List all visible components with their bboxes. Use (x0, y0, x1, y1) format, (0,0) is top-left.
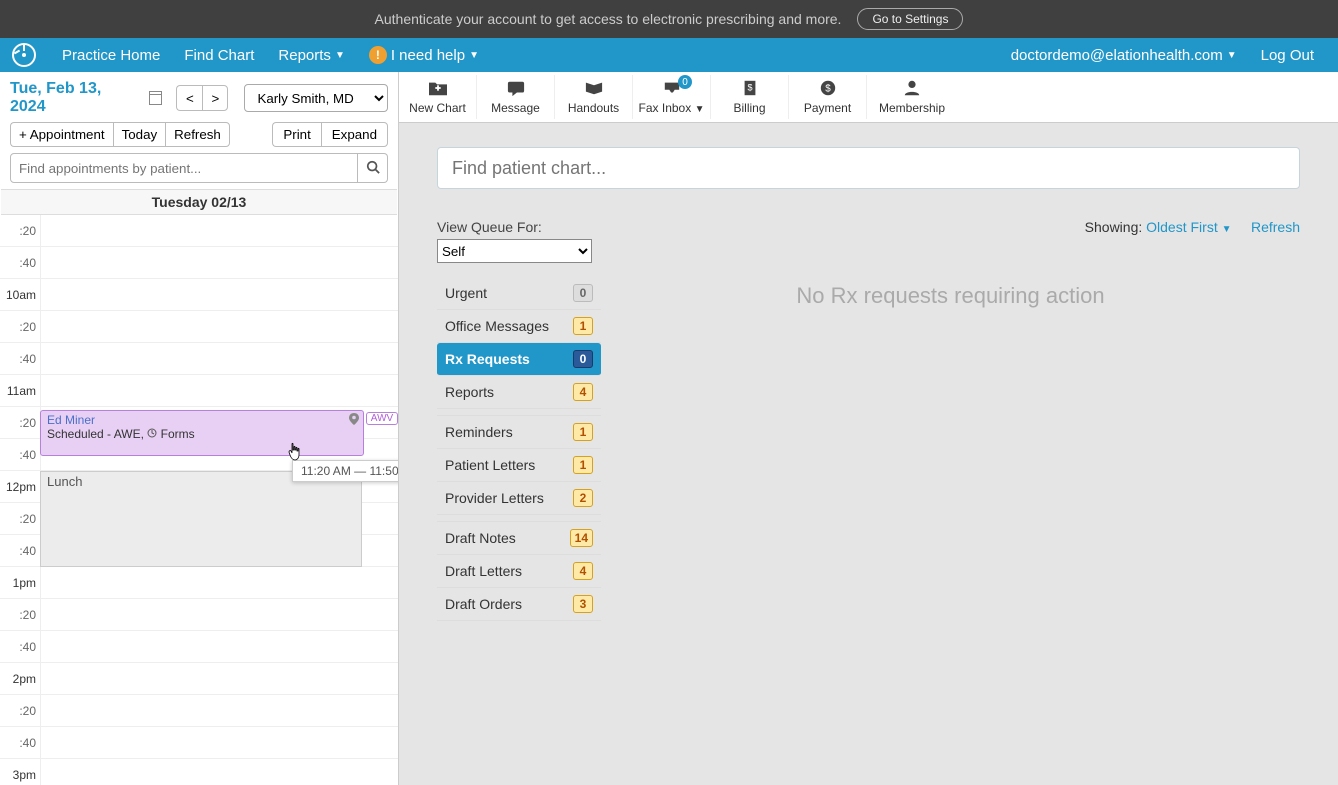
action-iconbar: New Chart Message Handouts 0 Fax Inbox ▼… (399, 72, 1338, 123)
print-button[interactable]: Print (272, 122, 320, 147)
provider-select[interactable]: Karly Smith, MD (244, 84, 388, 112)
appt-search-button[interactable] (358, 153, 388, 183)
warning-icon: ! (369, 46, 387, 64)
membership-button[interactable]: Membership (867, 75, 957, 119)
payment-button[interactable]: $ Payment (789, 75, 867, 119)
queue-item-reports[interactable]: Reports4 (437, 376, 601, 409)
search-icon (366, 160, 380, 174)
nav-help[interactable]: ! I need help ▼ (357, 46, 491, 64)
queue-for-label: View Queue For: (437, 219, 597, 235)
today-button[interactable]: Today (113, 122, 166, 147)
empty-queue-message: No Rx requests requiring action (601, 277, 1300, 621)
appt-status: Scheduled - AWE, Forms (47, 427, 357, 441)
handouts-button[interactable]: Handouts (555, 75, 633, 119)
current-date[interactable]: Tue, Feb 13, 2024 (10, 80, 137, 116)
app-logo-icon (12, 43, 36, 67)
showing-label: Showing: (1085, 219, 1143, 235)
refresh-button[interactable]: Refresh (165, 122, 230, 147)
queue-count: 0 (573, 284, 593, 302)
appt-patient-name: Ed Miner (47, 413, 357, 427)
queue-item-office-messages[interactable]: Office Messages1 (437, 310, 601, 343)
queue-count: 0 (573, 350, 593, 368)
prev-day-button[interactable]: < (176, 85, 202, 111)
queue-for-select[interactable]: Self (437, 239, 592, 263)
queue-item-reminders[interactable]: Reminders1 (437, 415, 601, 449)
queue-count: 2 (573, 489, 593, 507)
calendar-panel: Tue, Feb 13, 2024 < > Karly Smith, MD + … (0, 72, 399, 785)
patient-chart-search-input[interactable] (437, 147, 1300, 189)
fax-badge: 0 (678, 75, 692, 89)
queue-count: 4 (573, 383, 593, 401)
nav-practice-home[interactable]: Practice Home (50, 47, 172, 64)
dollar-icon: $ (817, 79, 839, 97)
appt-type-tag: AWV (366, 412, 398, 425)
time-gutter: :20:40 10am:20:40 11am:20:40 12pm:20:40 … (0, 215, 40, 785)
svg-text:$: $ (747, 83, 752, 93)
auth-banner: Authenticate your account to get access … (0, 0, 1338, 38)
receipt-icon: $ (739, 79, 761, 97)
fax-inbox-button[interactable]: 0 Fax Inbox ▼ (633, 75, 711, 119)
sort-dropdown[interactable]: Oldest First ▼ (1146, 219, 1231, 235)
queue-count: 1 (573, 456, 593, 474)
queue-count: 4 (573, 562, 593, 580)
queue-item-draft-letters[interactable]: Draft Letters4 (437, 555, 601, 588)
appt-search-input[interactable] (10, 153, 358, 183)
location-pin-icon (349, 413, 359, 428)
person-icon (901, 79, 923, 97)
new-appointment-button[interactable]: + Appointment (10, 122, 113, 147)
queue-item-draft-orders[interactable]: Draft Orders3 (437, 588, 601, 621)
next-day-button[interactable]: > (202, 85, 228, 111)
queue-count: 14 (570, 529, 593, 547)
folder-plus-icon (427, 79, 449, 97)
clock-icon (147, 428, 157, 438)
lunch-block[interactable]: Lunch (40, 471, 362, 567)
queue-item-draft-notes[interactable]: Draft Notes14 (437, 521, 601, 555)
day-header: Tuesday 02/13 (1, 189, 397, 215)
calendar-icon[interactable] (149, 91, 163, 105)
nav-find-chart[interactable]: Find Chart (172, 47, 266, 64)
queue-refresh-link[interactable]: Refresh (1251, 219, 1300, 235)
queue-list: Urgent0Office Messages1Rx Requests0Repor… (437, 277, 601, 621)
top-nav: Practice Home Find Chart Reports ▼ ! I n… (0, 38, 1338, 72)
message-button[interactable]: Message (477, 75, 555, 119)
queue-item-patient-letters[interactable]: Patient Letters1 (437, 449, 601, 482)
nav-logout[interactable]: Log Out (1249, 47, 1326, 64)
book-icon (583, 79, 605, 97)
new-chart-button[interactable]: New Chart (399, 75, 477, 119)
queue-count: 3 (573, 595, 593, 613)
queue-count: 1 (573, 423, 593, 441)
queue-item-urgent[interactable]: Urgent0 (437, 277, 601, 310)
appt-tooltip: 11:20 AM — 11:50: Ed Miner (292, 460, 398, 482)
expand-button[interactable]: Expand (321, 122, 388, 147)
queue-item-provider-letters[interactable]: Provider Letters2 (437, 482, 601, 515)
queue-item-rx-requests[interactable]: Rx Requests0 (437, 343, 601, 376)
appointment-block[interactable]: Ed Miner Scheduled - AWE, Forms (40, 410, 364, 456)
banner-text: Authenticate your account to get access … (375, 11, 842, 27)
chat-icon (505, 79, 527, 97)
nav-reports[interactable]: Reports ▼ (266, 47, 356, 64)
queue-count: 1 (573, 317, 593, 335)
day-grid[interactable]: Ed Miner Scheduled - AWE, Forms AWV Lunc… (40, 215, 398, 785)
billing-button[interactable]: $ Billing (711, 75, 789, 119)
svg-text:$: $ (825, 84, 831, 95)
go-to-settings-button[interactable]: Go to Settings (857, 8, 963, 30)
nav-user-menu[interactable]: doctordemo@elationhealth.com ▼ (999, 47, 1249, 64)
